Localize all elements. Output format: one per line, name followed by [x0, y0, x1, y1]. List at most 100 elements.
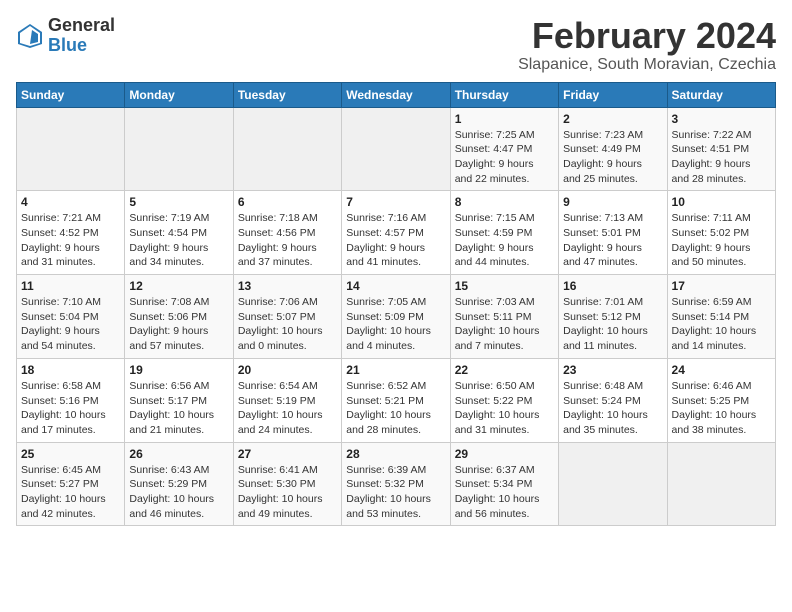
day-info: Sunrise: 6:37 AMSunset: 5:34 PMDaylight:… — [455, 463, 554, 522]
day-info: Sunrise: 7:03 AMSunset: 5:11 PMDaylight:… — [455, 295, 554, 354]
day-number: 2 — [563, 112, 662, 126]
day-info: Sunrise: 6:54 AMSunset: 5:19 PMDaylight:… — [238, 379, 337, 438]
day-number: 21 — [346, 363, 445, 377]
day-cell — [17, 107, 125, 191]
day-number: 5 — [129, 195, 228, 209]
week-row-3: 11 Sunrise: 7:10 AMSunset: 5:04 PMDayligh… — [17, 275, 776, 359]
day-cell — [342, 107, 450, 191]
day-cell: 3Sunrise: 7:22 AMSunset: 4:51 PMDaylight… — [667, 107, 775, 191]
day-header-sunday: Sunday — [17, 82, 125, 107]
day-cell: 24Sunrise: 6:46 AMSunset: 5:25 PMDayligh… — [667, 358, 775, 442]
day-number: 27 — [238, 447, 337, 461]
day-cell — [125, 107, 233, 191]
day-info: Sunrise: 7:15 AMSunset: 4:59 PMDaylight:… — [455, 211, 554, 270]
day-number: 1 — [455, 112, 554, 126]
day-number: 18 — [21, 363, 120, 377]
day-number: 8 — [455, 195, 554, 209]
day-cell: 22Sunrise: 6:50 AMSunset: 5:22 PMDayligh… — [450, 358, 558, 442]
day-cell: 19 Sunrise: 6:56 AMSunset: 5:17 PMDayligh… — [125, 358, 233, 442]
day-info: Sunrise: 7:16 AMSunset: 4:57 PMDaylight:… — [346, 211, 445, 270]
header: General Blue February 2024 Slapanice, So… — [16, 16, 776, 74]
calendar-header-row: SundayMondayTuesdayWednesdayThursdayFrid… — [17, 82, 776, 107]
day-info: Sunrise: 7:06 AMSunset: 5:07 PMDaylight:… — [238, 295, 337, 354]
day-number: 23 — [563, 363, 662, 377]
day-number: 11 — [21, 279, 120, 293]
logo-general: General — [48, 16, 115, 36]
day-header-tuesday: Tuesday — [233, 82, 341, 107]
day-number: 10 — [672, 195, 771, 209]
day-info: Sunrise: 7:13 AMSunset: 5:01 PMDaylight:… — [563, 211, 662, 270]
day-info: Sunrise: 7:22 AMSunset: 4:51 PMDaylight:… — [672, 128, 771, 187]
day-cell: 14 Sunrise: 7:05 AMSunset: 5:09 PMDayligh… — [342, 275, 450, 359]
day-info: Sunrise: 6:48 AMSunset: 5:24 PMDaylight:… — [563, 379, 662, 438]
day-cell: 5 Sunrise: 7:19 AMSunset: 4:54 PMDaylight… — [125, 191, 233, 275]
day-info: Sunrise: 7:23 AMSunset: 4:49 PMDaylight:… — [563, 128, 662, 187]
day-info: Sunrise: 7:11 AMSunset: 5:02 PMDaylight:… — [672, 211, 771, 270]
day-cell: 27 Sunrise: 6:41 AMSunset: 5:30 PMDayligh… — [233, 442, 341, 526]
day-number: 12 — [129, 279, 228, 293]
day-cell — [667, 442, 775, 526]
day-cell: 20 Sunrise: 6:54 AMSunset: 5:19 PMDayligh… — [233, 358, 341, 442]
day-info: Sunrise: 7:05 AMSunset: 5:09 PMDaylight:… — [346, 295, 445, 354]
day-number: 17 — [672, 279, 771, 293]
day-info: Sunrise: 6:39 AMSunset: 5:32 PMDaylight:… — [346, 463, 445, 522]
day-number: 22 — [455, 363, 554, 377]
calendar: SundayMondayTuesdayWednesdayThursdayFrid… — [16, 82, 776, 527]
day-cell — [559, 442, 667, 526]
day-cell: 23 Sunrise: 6:48 AMSunset: 5:24 PMDayligh… — [559, 358, 667, 442]
day-info: Sunrise: 7:01 AMSunset: 5:12 PMDaylight:… — [563, 295, 662, 354]
month-year: February 2024 — [518, 16, 776, 56]
day-number: 6 — [238, 195, 337, 209]
day-info: Sunrise: 6:58 AMSunset: 5:16 PMDaylight:… — [21, 379, 120, 438]
day-header-wednesday: Wednesday — [342, 82, 450, 107]
day-cell: 17 Sunrise: 6:59 AMSunset: 5:14 PMDayligh… — [667, 275, 775, 359]
day-info: Sunrise: 7:19 AMSunset: 4:54 PMDaylight:… — [129, 211, 228, 270]
day-cell: 28 Sunrise: 6:39 AMSunset: 5:32 PMDayligh… — [342, 442, 450, 526]
logo: General Blue — [16, 16, 115, 56]
day-number: 20 — [238, 363, 337, 377]
day-info: Sunrise: 6:41 AMSunset: 5:30 PMDaylight:… — [238, 463, 337, 522]
day-cell: 8 Sunrise: 7:15 AMSunset: 4:59 PMDaylight… — [450, 191, 558, 275]
week-row-4: 18 Sunrise: 6:58 AMSunset: 5:16 PMDayligh… — [17, 358, 776, 442]
week-row-2: 4 Sunrise: 7:21 AMSunset: 4:52 PMDaylight… — [17, 191, 776, 275]
day-cell: 12 Sunrise: 7:08 AMSunset: 5:06 PMDayligh… — [125, 275, 233, 359]
day-number: 25 — [21, 447, 120, 461]
day-info: Sunrise: 6:59 AMSunset: 5:14 PMDaylight:… — [672, 295, 771, 354]
day-info: Sunrise: 7:10 AMSunset: 5:04 PMDaylight:… — [21, 295, 120, 354]
day-cell: 11 Sunrise: 7:10 AMSunset: 5:04 PMDayligh… — [17, 275, 125, 359]
day-cell: 18 Sunrise: 6:58 AMSunset: 5:16 PMDayligh… — [17, 358, 125, 442]
day-number: 16 — [563, 279, 662, 293]
day-cell: 25 Sunrise: 6:45 AMSunset: 5:27 PMDayligh… — [17, 442, 125, 526]
day-number: 4 — [21, 195, 120, 209]
day-cell: 9 Sunrise: 7:13 AMSunset: 5:01 PMDaylight… — [559, 191, 667, 275]
day-number: 14 — [346, 279, 445, 293]
logo-icon — [16, 22, 44, 50]
day-cell: 26Sunrise: 6:43 AMSunset: 5:29 PMDayligh… — [125, 442, 233, 526]
title-block: February 2024 Slapanice, South Moravian,… — [518, 16, 776, 74]
day-cell: 7Sunrise: 7:16 AMSunset: 4:57 PMDaylight… — [342, 191, 450, 275]
day-number: 9 — [563, 195, 662, 209]
day-header-saturday: Saturday — [667, 82, 775, 107]
day-info: Sunrise: 6:46 AMSunset: 5:25 PMDaylight:… — [672, 379, 771, 438]
day-cell: 21Sunrise: 6:52 AMSunset: 5:21 PMDayligh… — [342, 358, 450, 442]
day-number: 26 — [129, 447, 228, 461]
day-info: Sunrise: 6:56 AMSunset: 5:17 PMDaylight:… — [129, 379, 228, 438]
week-row-1: 1Sunrise: 7:25 AMSunset: 4:47 PMDaylight… — [17, 107, 776, 191]
day-cell: 2 Sunrise: 7:23 AMSunset: 4:49 PMDaylight… — [559, 107, 667, 191]
logo-blue: Blue — [48, 36, 115, 56]
day-info: Sunrise: 6:45 AMSunset: 5:27 PMDaylight:… — [21, 463, 120, 522]
day-number: 15 — [455, 279, 554, 293]
day-cell: 6 Sunrise: 7:18 AMSunset: 4:56 PMDaylight… — [233, 191, 341, 275]
day-cell: 1Sunrise: 7:25 AMSunset: 4:47 PMDaylight… — [450, 107, 558, 191]
day-cell: 29Sunrise: 6:37 AMSunset: 5:34 PMDayligh… — [450, 442, 558, 526]
day-number: 19 — [129, 363, 228, 377]
day-cell: 10 Sunrise: 7:11 AMSunset: 5:02 PMDayligh… — [667, 191, 775, 275]
day-cell: 4 Sunrise: 7:21 AMSunset: 4:52 PMDaylight… — [17, 191, 125, 275]
day-info: Sunrise: 7:18 AMSunset: 4:56 PMDaylight:… — [238, 211, 337, 270]
day-info: Sunrise: 7:08 AMSunset: 5:06 PMDaylight:… — [129, 295, 228, 354]
day-header-thursday: Thursday — [450, 82, 558, 107]
day-info: Sunrise: 7:21 AMSunset: 4:52 PMDaylight:… — [21, 211, 120, 270]
week-row-5: 25 Sunrise: 6:45 AMSunset: 5:27 PMDayligh… — [17, 442, 776, 526]
day-number: 28 — [346, 447, 445, 461]
day-cell: 15 Sunrise: 7:03 AMSunset: 5:11 PMDayligh… — [450, 275, 558, 359]
